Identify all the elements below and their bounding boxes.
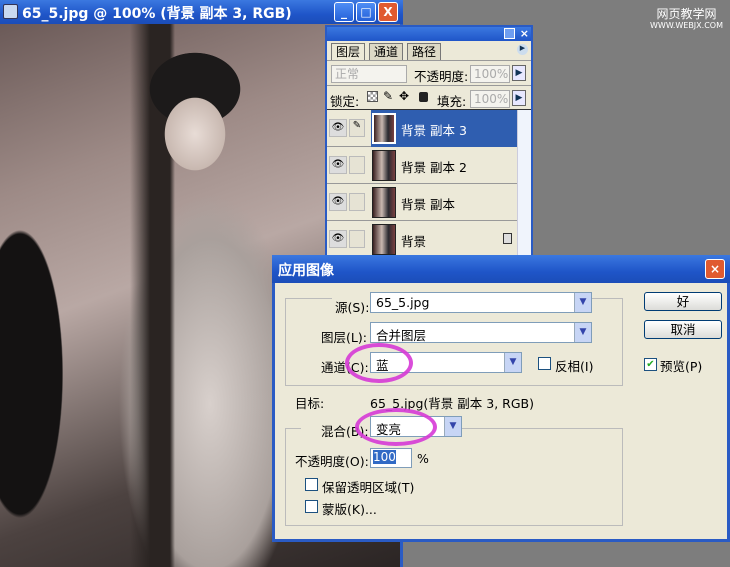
layer-thumbnail	[372, 224, 396, 255]
document-icon	[3, 4, 18, 19]
preview-label: 预览(P)	[660, 359, 703, 374]
palette-minimize-icon[interactable]	[504, 28, 515, 39]
opacity-label: 不透明度(O):	[295, 454, 369, 469]
layer-blend-mode[interactable]: 正常	[331, 65, 407, 83]
watermark-title: 网页教学网	[656, 7, 717, 21]
lock-paint-icon[interactable]: ✎	[383, 89, 393, 103]
layer-thumbnail	[372, 187, 396, 218]
minimize-button[interactable]: _	[334, 2, 354, 22]
lock-move-icon[interactable]: ✥	[399, 89, 409, 103]
brush-icon[interactable]: ✎	[349, 119, 365, 137]
layer-value: 合并图层	[376, 328, 427, 343]
source-value: 65_5.jpg	[376, 295, 430, 310]
fill-slider-button[interactable]: ▶	[512, 90, 526, 106]
maximize-button[interactable]: □	[356, 2, 376, 22]
highlight-circle-channel	[345, 343, 413, 383]
target-label: 目标:	[295, 396, 325, 411]
mask-checkbox[interactable]	[305, 500, 318, 513]
tab-channels[interactable]: 通道	[369, 43, 404, 60]
mask-label: 蒙版(K)...	[322, 502, 377, 517]
opacity-slider-button[interactable]: ▶	[512, 65, 526, 81]
layer-row[interactable]: 👁 ✎ 背景 副本 3	[327, 110, 517, 147]
layers-scrollbar[interactable]	[517, 110, 531, 256]
opacity-input[interactable]: 100	[370, 448, 412, 468]
preserve-transparency-label: 保留透明区域(T)	[322, 480, 415, 495]
layer-name: 背景	[401, 234, 427, 249]
blend-row: 正常 不透明度: 100% ▶	[327, 60, 531, 85]
layer-opacity-input[interactable]: 100%	[470, 65, 510, 83]
tab-layers[interactable]: 图层	[331, 43, 366, 60]
layer-name: 背景 副本 2	[401, 160, 467, 175]
layer-row[interactable]: 👁 背景 副本	[327, 184, 517, 221]
palette-close-icon[interactable]: ×	[520, 27, 529, 40]
source-select[interactable]: 65_5.jpg ▼	[370, 292, 592, 313]
layer-label: 图层(L):	[321, 330, 367, 345]
watermark: 网页教学网 WWW.WEBJX.COM	[650, 8, 723, 32]
layer-name: 背景 副本	[401, 197, 455, 212]
eye-icon[interactable]: 👁	[329, 230, 347, 248]
chevron-down-icon: ▼	[504, 353, 521, 372]
dialog-close-button[interactable]: ×	[705, 259, 725, 279]
lock-all-icon[interactable]	[419, 92, 428, 102]
palette-titlebar[interactable]: ×	[327, 27, 531, 41]
chevron-down-icon: ▼	[574, 293, 591, 312]
chevron-down-icon: ▼	[574, 323, 591, 342]
opacity-label: 不透明度:	[414, 69, 469, 84]
percent-label: %	[417, 451, 429, 466]
layer-row[interactable]: 👁 背景	[327, 221, 517, 258]
eye-icon[interactable]: 👁	[329, 119, 347, 137]
highlight-circle-blend	[355, 408, 437, 446]
invert-checkbox[interactable]	[538, 357, 551, 370]
chevron-down-icon: ▼	[444, 417, 461, 436]
lock-row: 锁定: ✎ ✥ 填充: 100% ▶	[327, 85, 531, 109]
link-slot[interactable]	[349, 193, 365, 211]
invert-label: 反相(I)	[555, 359, 594, 374]
palette-menu-icon[interactable]: ▶	[517, 44, 528, 55]
layer-thumbnail	[372, 113, 396, 144]
close-button[interactable]: X	[378, 2, 398, 22]
opacity-value: 100	[373, 450, 396, 464]
preserve-transparency-checkbox[interactable]	[305, 478, 318, 491]
lock-label: 锁定:	[330, 94, 360, 109]
apply-image-dialog: 应用图像 × 源(S): 65_5.jpg ▼ 图层(L): 合并图层 ▼ 通道(C…	[272, 255, 730, 542]
fill-input[interactable]: 100%	[470, 90, 510, 108]
cancel-button[interactable]: 取消	[644, 320, 722, 339]
link-slot[interactable]	[349, 230, 365, 248]
layer-thumbnail	[372, 150, 396, 181]
link-slot[interactable]	[349, 156, 365, 174]
lock-transparency-icon[interactable]	[367, 91, 378, 102]
source-label: 源(S):	[332, 297, 373, 316]
fill-label: 填充:	[437, 94, 467, 109]
layers-list: 👁 ✎ 背景 副本 3 👁 背景 副本 2 👁 背景 副本 👁 背景	[327, 109, 531, 258]
eye-icon[interactable]: 👁	[329, 156, 347, 174]
lock-icon	[503, 233, 512, 244]
eye-icon[interactable]: 👁	[329, 193, 347, 211]
layers-palette: × 图层 通道 路径 ▶ 正常 不透明度: 100% ▶ 锁定: ✎ ✥ 填充:…	[325, 25, 533, 258]
layer-row[interactable]: 👁 背景 副本 2	[327, 147, 517, 184]
layer-select[interactable]: 合并图层 ▼	[370, 322, 592, 343]
watermark-url: WWW.WEBJX.COM	[650, 21, 723, 30]
tab-paths[interactable]: 路径	[407, 43, 442, 60]
dialog-title: 应用图像	[272, 255, 730, 283]
layer-name: 背景 副本 3	[401, 123, 467, 138]
preview-checkbox[interactable]: ✔	[644, 358, 657, 371]
ok-button[interactable]: 好	[644, 292, 722, 311]
